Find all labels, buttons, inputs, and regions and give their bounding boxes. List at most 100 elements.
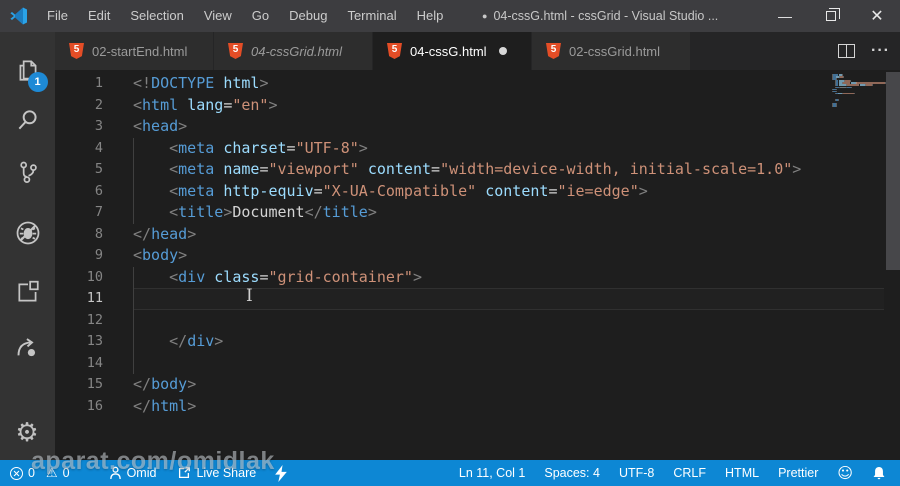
live-share-icon[interactable] bbox=[12, 331, 44, 363]
line-number: 7 bbox=[94, 204, 103, 220]
formatter[interactable]: Prettier bbox=[778, 466, 818, 480]
code-line-8[interactable]: 8 </head> bbox=[55, 224, 900, 246]
indent-guide bbox=[133, 288, 134, 310]
code-content: <meta name="viewport" content="width=dev… bbox=[169, 160, 802, 178]
code-content: <body> bbox=[133, 246, 188, 264]
code-line-7[interactable]: 7 <title>Document</title> bbox=[55, 202, 900, 224]
menu-file[interactable]: File bbox=[37, 0, 78, 32]
code-line-9[interactable]: 9 <body> bbox=[55, 245, 900, 267]
menu-edit[interactable]: Edit bbox=[78, 0, 120, 32]
code-content: </head> bbox=[133, 224, 197, 243]
html5-file-icon bbox=[387, 43, 402, 59]
code-content: <!DOCTYPE html> bbox=[133, 74, 269, 92]
indent-guide bbox=[133, 352, 134, 374]
code-line-6[interactable]: 6 <meta http-equiv="X-UA-Compatible" con… bbox=[55, 180, 900, 202]
menu-view[interactable]: View bbox=[194, 0, 242, 32]
window-title: ● 04-cssG.html - cssGrid - Visual Studio … bbox=[482, 9, 719, 23]
language-mode[interactable]: HTML bbox=[725, 466, 759, 480]
code-content: </html> bbox=[133, 396, 197, 415]
minimize-button[interactable]: — bbox=[762, 0, 808, 32]
activity-bar: 1 ⚙ bbox=[0, 32, 55, 460]
line-number: 5 bbox=[94, 161, 103, 177]
line-number: 10 bbox=[86, 268, 103, 285]
code-line-13[interactable]: 13 </div> bbox=[55, 331, 900, 353]
code-line-1[interactable]: 1 <!DOCTYPE html> bbox=[55, 73, 900, 95]
indent-guide bbox=[133, 137, 134, 159]
close-button[interactable]: ✕ bbox=[854, 0, 900, 32]
explorer-badge: 1 bbox=[27, 72, 48, 92]
line-number: 12 bbox=[86, 311, 103, 328]
menu-debug[interactable]: Debug bbox=[279, 0, 337, 32]
vscode-window: File Edit Selection View Go Debug Termin… bbox=[0, 0, 900, 486]
dirty-indicator-title: ● bbox=[482, 11, 488, 21]
more-actions-icon[interactable]: ··· bbox=[871, 43, 890, 59]
minimap[interactable] bbox=[832, 74, 888, 108]
menu-bar: File Edit Selection View Go Debug Termin… bbox=[37, 0, 453, 32]
indent-guide bbox=[133, 180, 134, 202]
tab-02-startEnd[interactable]: 02-startEnd.html bbox=[55, 32, 213, 70]
live-share-button[interactable]: Live Share bbox=[177, 466, 256, 480]
indent-guide bbox=[133, 331, 134, 353]
line-number: 1 bbox=[94, 75, 103, 91]
line-number: 2 bbox=[94, 96, 103, 113]
warnings-icon: ⚠ bbox=[45, 465, 58, 481]
menu-go[interactable]: Go bbox=[242, 0, 279, 32]
settings-gear-icon[interactable]: ⚙ bbox=[11, 417, 43, 449]
code-content: <head> bbox=[133, 117, 188, 135]
cursor-position[interactable]: Ln 11, Col 1 bbox=[459, 466, 525, 480]
menu-selection[interactable]: Selection bbox=[120, 0, 193, 32]
share-icon bbox=[179, 467, 191, 479]
account-item[interactable]: Omid bbox=[109, 466, 156, 480]
split-editor-icon[interactable] bbox=[838, 44, 856, 58]
tab-02-cssGrid[interactable]: 02-cssGrid.html bbox=[532, 32, 690, 70]
code-editor[interactable]: 1 <!DOCTYPE html> 2 <html lang="en"> 3 <head>… bbox=[55, 70, 900, 460]
debug-icon[interactable] bbox=[12, 217, 44, 249]
line-number: 8 bbox=[94, 225, 103, 242]
code-content: <meta http-equiv="X-UA-Compatible" conte… bbox=[169, 181, 648, 200]
code-line-16[interactable]: 16 </html> bbox=[55, 396, 900, 418]
feedback-smiley-icon[interactable]: ☺ bbox=[837, 464, 853, 482]
vscode-logo-icon bbox=[10, 7, 27, 25]
code-line-5[interactable]: 5 <meta name="viewport" content="width=d… bbox=[55, 159, 900, 181]
eol-sequence[interactable]: CRLF bbox=[673, 466, 706, 480]
explorer-icon[interactable]: 1 bbox=[12, 54, 48, 92]
problems-indicator[interactable]: 0 ⚠ 0 bbox=[10, 466, 70, 480]
notifications-bell-icon[interactable] bbox=[872, 466, 886, 481]
html5-file-icon bbox=[69, 43, 84, 59]
line-number: 16 bbox=[86, 397, 103, 414]
line-number: 11 bbox=[86, 290, 103, 306]
code-line-4[interactable]: 4 <meta charset="UTF-8"> bbox=[55, 137, 900, 159]
indentation[interactable]: Spaces: 4 bbox=[544, 466, 600, 480]
line-number: 6 bbox=[94, 182, 103, 199]
code-line-15[interactable]: 15 </body> bbox=[55, 374, 900, 396]
extensions-icon[interactable] bbox=[12, 276, 44, 308]
code-line-10[interactable]: 10 <div class="grid-container"> bbox=[55, 266, 900, 288]
tab-04-cssGrid[interactable]: 04-cssGrid.html bbox=[214, 32, 372, 70]
tab-04-cssG[interactable]: 04-cssG.html bbox=[373, 32, 531, 70]
code-content: <div class="grid-container"> bbox=[169, 267, 422, 286]
indent-guide bbox=[133, 159, 134, 181]
indent-guide bbox=[133, 309, 134, 331]
restore-icon bbox=[826, 8, 840, 21]
code-line-3[interactable]: 3 <head> bbox=[55, 116, 900, 138]
menu-help[interactable]: Help bbox=[407, 0, 454, 32]
vertical-scrollbar[interactable] bbox=[886, 72, 900, 270]
html5-file-icon bbox=[228, 43, 243, 59]
code-line-12[interactable]: 12 bbox=[55, 309, 900, 331]
source-control-icon[interactable] bbox=[12, 156, 44, 188]
indent-guide bbox=[133, 266, 134, 288]
line-number: 4 bbox=[94, 139, 103, 156]
restore-button[interactable] bbox=[808, 0, 854, 32]
search-icon[interactable] bbox=[12, 104, 44, 136]
code-line-14[interactable]: 14 bbox=[55, 352, 900, 374]
encoding[interactable]: UTF-8 bbox=[619, 466, 654, 480]
dirty-indicator[interactable] bbox=[498, 47, 507, 55]
menu-terminal[interactable]: Terminal bbox=[337, 0, 406, 32]
line-number: 3 bbox=[94, 118, 103, 134]
code-line-2[interactable]: 2 <html lang="en"> bbox=[55, 95, 900, 117]
code-content: <html lang="en"> bbox=[133, 95, 278, 114]
code-line-11[interactable]: 11 bbox=[55, 288, 900, 310]
line-number: 9 bbox=[94, 247, 103, 263]
code-content: </body> bbox=[133, 375, 197, 393]
code-content: <title>Document</title> bbox=[169, 203, 377, 221]
